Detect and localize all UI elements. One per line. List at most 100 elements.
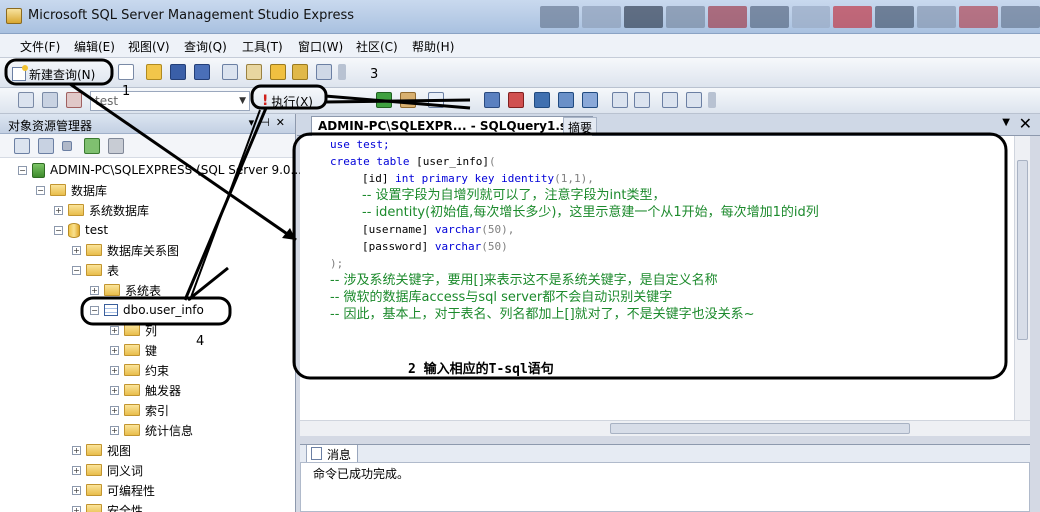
messages-pane: 命令已成功完成。 (300, 462, 1030, 512)
menu-file[interactable]: 文件(F) (20, 38, 60, 55)
connect-icon[interactable] (14, 138, 30, 154)
tree-node-views[interactable]: + 视图 (72, 440, 131, 460)
collapse-icon[interactable]: − (54, 225, 63, 235)
expand-icon[interactable]: + (90, 285, 99, 295)
tree-node-system-tables[interactable]: + 系统表 (90, 280, 161, 300)
tree-node-tables[interactable]: − 表 (72, 260, 119, 280)
menu-help[interactable]: 帮助(H) (412, 38, 454, 55)
expand-icon[interactable]: + (72, 465, 81, 475)
tree-node-databases[interactable]: − 数据库 (36, 180, 107, 200)
new-file-icon[interactable] (118, 64, 134, 80)
tree-node-programmability[interactable]: + 可编程性 (72, 480, 155, 500)
menu-community[interactable]: 社区(C) (356, 38, 398, 55)
dmx-query-icon[interactable] (292, 64, 308, 80)
folder-icon (68, 204, 84, 216)
tree-node-columns[interactable]: + 列 (110, 320, 157, 340)
db-engine-query-icon[interactable] (222, 64, 238, 80)
tab-dropdown-icon[interactable]: ▼ (1002, 117, 1010, 128)
expand-icon[interactable]: + (72, 445, 81, 455)
tab-messages[interactable]: 消息 (306, 445, 359, 463)
menu-query[interactable]: 查询(Q) (184, 38, 227, 55)
tree-node-synonyms[interactable]: + 同义词 (72, 460, 143, 480)
debug-icon[interactable] (400, 92, 416, 108)
results-to-file-icon[interactable] (582, 92, 598, 108)
refresh-icon[interactable] (84, 138, 100, 154)
change-connection-icon[interactable] (66, 92, 82, 108)
execute-button[interactable]: ! 执行(X) (262, 91, 313, 111)
tree-node-triggers[interactable]: + 触发器 (110, 380, 181, 400)
sql-editor-toolbar: test ▼ ! 执行(X) (0, 88, 1040, 114)
save-all-icon[interactable] (194, 64, 210, 80)
uncomment-lines-icon[interactable] (634, 92, 650, 108)
disconnect-icon[interactable] (42, 92, 58, 108)
close-icon[interactable]: ✕ (1019, 114, 1032, 133)
tree-node-system-databases[interactable]: + 系统数据库 (54, 200, 149, 220)
decrease-indent-icon[interactable] (662, 92, 678, 108)
tree-node-server[interactable]: − ADMIN-PC\SQLEXPRESS (SQL Server 9.0... (18, 160, 302, 180)
tree-node-test-db[interactable]: − test (54, 220, 108, 240)
display-plan-icon[interactable] (508, 92, 524, 108)
panel-buttons[interactable]: ▾⊣✕ (249, 116, 291, 129)
expand-icon[interactable]: + (110, 325, 119, 335)
collapse-icon[interactable]: − (18, 165, 27, 175)
disconnect-icon[interactable] (38, 138, 54, 154)
expand-icon[interactable]: + (110, 385, 119, 395)
analysis-query-icon[interactable] (246, 64, 262, 80)
toolbar-overflow-icon[interactable] (338, 64, 346, 80)
collapse-icon[interactable]: − (72, 265, 81, 275)
code-line: ); (330, 257, 344, 270)
new-query-icon (12, 65, 28, 81)
tree-node-keys[interactable]: + 键 (110, 340, 157, 360)
tree-node-db-diagrams[interactable]: + 数据库关系图 (72, 240, 179, 260)
results-to-text-icon[interactable] (534, 92, 550, 108)
tree-node-statistics[interactable]: + 统计信息 (110, 420, 193, 440)
toolbar-overflow-icon[interactable] (708, 92, 716, 108)
tree-node-constraints[interactable]: + 约束 (110, 360, 169, 380)
new-query-button[interactable]: 新建查询(N) (12, 64, 95, 84)
expand-icon[interactable]: + (72, 505, 81, 512)
editor-horizontal-scrollbar[interactable] (300, 420, 1030, 436)
scroll-thumb[interactable] (1017, 160, 1028, 340)
menu-tools[interactable]: 工具(T) (242, 38, 283, 55)
parse-icon[interactable] (376, 92, 392, 108)
code-comment: -- 涉及系统关键字，要用[]来表示这不是系统关键字，是自定义名称 (330, 273, 718, 288)
code-line: [username] varchar(50), (362, 223, 515, 236)
mdx-query-icon[interactable] (270, 64, 286, 80)
tab-sqlquery1[interactable]: ADMIN-PC\SQLEXPR... - SQLQuery1.sql* (311, 116, 594, 136)
filter-icon[interactable] (108, 138, 124, 154)
tree-node-security[interactable]: + 安全性 (72, 500, 143, 512)
expand-icon[interactable]: + (72, 485, 81, 495)
folder-icon (86, 444, 102, 456)
menu-window[interactable]: 窗口(W) (298, 38, 343, 55)
save-icon[interactable] (170, 64, 186, 80)
scroll-thumb[interactable] (610, 423, 910, 434)
tree-node-indexes[interactable]: + 索引 (110, 400, 169, 420)
menu-view[interactable]: 视图(V) (128, 38, 170, 55)
increase-indent-icon[interactable] (686, 92, 702, 108)
query-options-icon[interactable] (484, 92, 500, 108)
stop-icon[interactable] (62, 141, 72, 151)
expand-icon[interactable]: + (110, 365, 119, 375)
folder-icon (124, 344, 140, 356)
open-folder-icon[interactable] (146, 64, 162, 80)
expand-icon[interactable]: + (110, 425, 119, 435)
folder-icon (86, 244, 102, 256)
connect-icon[interactable] (18, 92, 34, 108)
expand-icon[interactable]: + (110, 405, 119, 415)
collapse-icon[interactable]: − (36, 185, 45, 195)
tab-summary[interactable]: 摘要 (563, 117, 598, 135)
tree-node-user-info[interactable]: − dbo.user_info (90, 300, 204, 320)
results-to-grid-icon[interactable] (558, 92, 574, 108)
expand-icon[interactable]: + (54, 205, 63, 215)
expand-icon[interactable]: + (110, 345, 119, 355)
specify-values-icon[interactable] (428, 92, 444, 108)
available-databases-select[interactable]: test ▼ (90, 91, 250, 111)
expand-icon[interactable]: + (72, 245, 81, 255)
object-explorer-panel: 对象资源管理器 ▾⊣✕ − ADMIN-PC\SQLEXPRESS (SQL S… (0, 114, 302, 512)
xmla-query-icon[interactable] (316, 64, 332, 80)
collapse-icon[interactable]: − (90, 305, 99, 315)
comment-lines-icon[interactable] (612, 92, 628, 108)
sql-editor[interactable]: use test; create table [user_info]( [id]… (300, 136, 1014, 420)
editor-vertical-scrollbar[interactable] (1014, 136, 1030, 420)
menu-edit[interactable]: 编辑(E) (74, 38, 115, 55)
